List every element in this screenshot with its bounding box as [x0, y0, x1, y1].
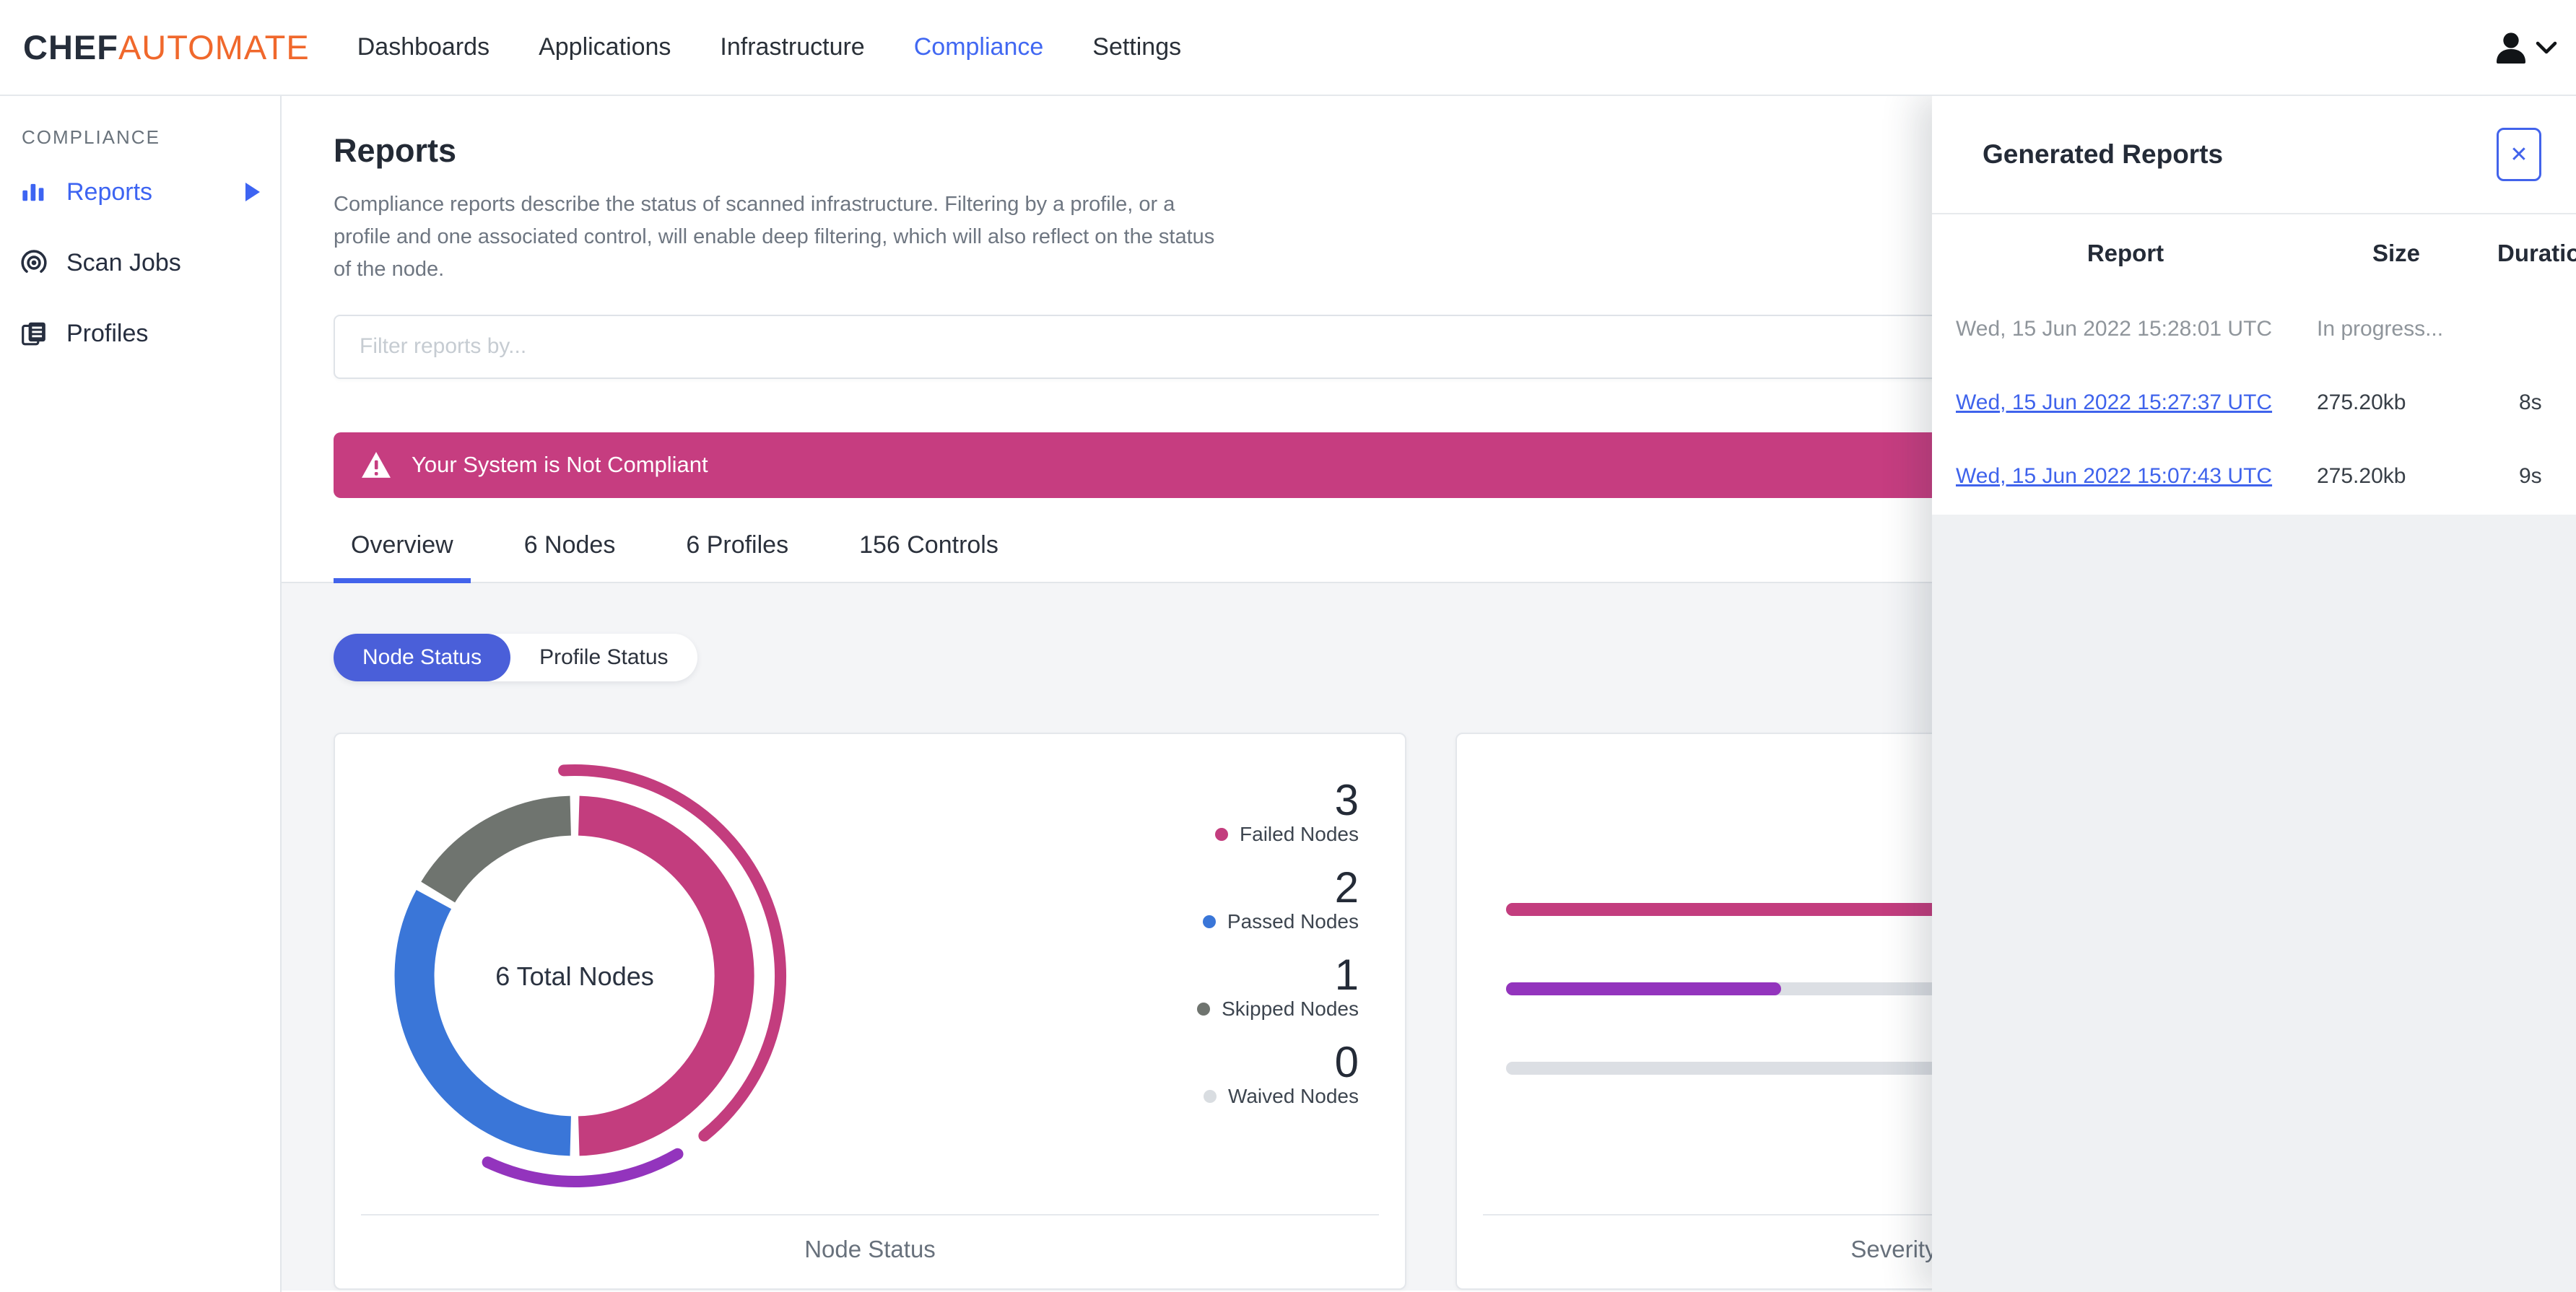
passed-label: Passed Nodes: [1227, 910, 1359, 933]
toggle-profile-status[interactable]: Profile Status: [510, 634, 697, 681]
report-timestamp: Wed, 15 Jun 2022 15:28:01 UTC: [1956, 317, 2273, 341]
toggle-node-status[interactable]: Node Status: [334, 634, 511, 681]
sidebar-item-reports[interactable]: Reports: [20, 165, 280, 219]
node-status-card: 6 Total Nodes 3 Failed Nodes 2 Passed No…: [334, 733, 1406, 1290]
warning-triangle-icon: [362, 452, 391, 479]
table-header-row: Report Size Duration: [1956, 214, 2576, 292]
report-duration: 8s: [2519, 390, 2542, 414]
logo-chef: CHEF: [23, 28, 118, 66]
sidebar-item-label: Profiles: [66, 319, 149, 347]
failed-dot-icon: [1215, 828, 1229, 841]
sidebar-section-label: COMPLIANCE: [22, 126, 160, 148]
tab-overview[interactable]: Overview: [334, 531, 471, 583]
chef-automate-logo[interactable]: CHEFAUTOMATE: [23, 27, 310, 67]
donut-passed-segment: [394, 890, 572, 1156]
legend-passed: 2 Passed Nodes: [1197, 865, 1359, 933]
status-toggle: Node Status Profile Status: [334, 634, 697, 681]
severity-bar-major: [1506, 982, 1782, 995]
nav-settings[interactable]: Settings: [1092, 33, 1181, 61]
passed-count: 2: [1334, 863, 1359, 912]
generated-reports-table: Report Size Duration Wed, 15 Jun 2022 15…: [1932, 214, 2576, 513]
nav-applications[interactable]: Applications: [539, 33, 671, 61]
nav-dashboards[interactable]: Dashboards: [357, 33, 489, 61]
sidebar-item-profiles[interactable]: Profiles: [20, 306, 280, 361]
skipped-count: 1: [1334, 951, 1359, 999]
col-report: Report: [2087, 240, 2164, 266]
failed-label: Failed Nodes: [1240, 823, 1359, 845]
report-tabs: Overview 6 Nodes 6 Profiles 156 Controls: [334, 531, 1016, 583]
bar-chart-icon: [22, 183, 44, 201]
chevron-down-icon[interactable]: [2536, 40, 2557, 55]
table-row: Wed, 15 Jun 2022 15:27:37 UTC 275.20kb 8…: [1956, 366, 2557, 440]
node-status-legend: 3 Failed Nodes 2 Passed Nodes 1 Skipped …: [1197, 777, 1359, 1108]
sidebar-item-label: Reports: [66, 178, 153, 206]
node-status-donut-chart[interactable]: 6 Total Nodes: [358, 759, 791, 1192]
sidebar-item-scan-jobs[interactable]: Scan Jobs: [20, 235, 280, 290]
node-status-caption: Node Status: [804, 1236, 936, 1262]
legend-skipped: 1 Skipped Nodes: [1197, 952, 1359, 1021]
report-duration: 9s: [2519, 464, 2542, 488]
panel-header: Generated Reports ✕: [1932, 96, 2576, 214]
scan-target-icon: [21, 250, 47, 273]
table-row: Wed, 15 Jun 2022 15:07:43 UTC 275.20kb 9…: [1956, 440, 2557, 513]
col-duration: Duration: [2497, 240, 2576, 266]
alert-text: Your System is Not Compliant: [412, 452, 708, 478]
primary-nav: Dashboards Applications Infrastructure C…: [357, 33, 1181, 61]
donut-skipped-segment: [421, 795, 572, 903]
tab-controls[interactable]: 156 Controls: [842, 531, 1016, 583]
passed-dot-icon: [1202, 915, 1216, 928]
report-size: 275.20kb: [2317, 464, 2406, 488]
waived-dot-icon: [1203, 1090, 1217, 1103]
failed-count: 3: [1334, 776, 1359, 824]
waived-label: Waived Nodes: [1227, 1085, 1359, 1107]
card-divider: [361, 1214, 1379, 1215]
tab-nodes[interactable]: 6 Nodes: [507, 531, 633, 583]
report-size: In progress...: [2317, 317, 2444, 341]
chevron-right-icon: [245, 183, 260, 201]
nav-infrastructure[interactable]: Infrastructure: [720, 33, 864, 61]
logo-automate: AUTOMATE: [118, 28, 310, 66]
close-panel-button[interactable]: ✕: [2497, 128, 2541, 181]
waived-count: 0: [1334, 1038, 1359, 1086]
profiles-documents-icon: [22, 322, 45, 346]
nav-compliance[interactable]: Compliance: [914, 33, 1044, 61]
generated-reports-panel: Generated Reports ✕ Report Size Duration…: [1932, 96, 2576, 1292]
donut-outer-critical-arc: [482, 1148, 684, 1187]
report-size: 275.20kb: [2317, 390, 2406, 414]
tab-profiles[interactable]: 6 Profiles: [669, 531, 806, 583]
sidebar-item-label: Scan Jobs: [66, 248, 181, 276]
panel-title: Generated Reports: [1983, 139, 2224, 169]
legend-failed: 3 Failed Nodes: [1197, 777, 1359, 846]
skipped-label: Skipped Nodes: [1222, 998, 1359, 1020]
compliance-sidebar: COMPLIANCE Reports Scan Jobs Profiles: [0, 96, 282, 1292]
close-icon: ✕: [2510, 142, 2528, 167]
user-profile-icon[interactable]: [2494, 30, 2528, 65]
donut-center-label: 6 Total Nodes: [495, 961, 653, 991]
skipped-dot-icon: [1197, 1003, 1211, 1016]
top-navigation: CHEFAUTOMATE Dashboards Applications Inf…: [0, 0, 2576, 96]
col-size: Size: [2372, 240, 2421, 266]
table-row: Wed, 15 Jun 2022 15:28:01 UTC In progres…: [1956, 292, 2557, 366]
report-download-link[interactable]: Wed, 15 Jun 2022 15:27:37 UTC: [1956, 390, 2295, 415]
page-description: Compliance reports describe the status o…: [334, 193, 1215, 281]
legend-waived: 0 Waived Nodes: [1197, 1039, 1359, 1108]
report-download-link[interactable]: Wed, 15 Jun 2022 15:07:43 UTC: [1956, 464, 2295, 489]
user-menu[interactable]: [2494, 30, 2557, 65]
